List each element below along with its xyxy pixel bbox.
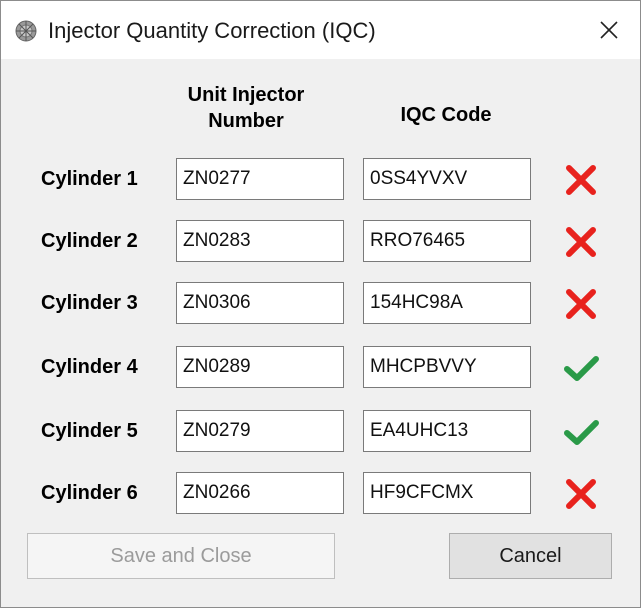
cancel-button[interactable]: Cancel: [449, 533, 612, 579]
window-title: Injector Quantity Correction (IQC): [48, 18, 376, 43]
iqc-dialog: Injector Quantity Correction (IQC) Unit …: [0, 0, 641, 608]
cylinder-label: Cylinder 6: [41, 482, 138, 504]
unit-injector-field[interactable]: [176, 410, 344, 452]
unit-injector-header: Unit Injector Number: [171, 82, 321, 134]
valid-check-icon: [564, 420, 599, 445]
iqc-code-header: IQC Code: [400, 104, 492, 126]
app-icon: [15, 20, 37, 42]
cylinder-label: Cylinder 4: [41, 356, 138, 378]
iqc-code-field[interactable]: [363, 220, 531, 262]
valid-check-icon: [564, 356, 599, 381]
unit-injector-field[interactable]: [176, 220, 344, 262]
unit-injector-field[interactable]: [176, 282, 344, 324]
invalid-cross-icon: [566, 165, 596, 195]
invalid-cross-icon: [566, 227, 596, 257]
cylinder-row: Cylinder 3: [1, 282, 640, 326]
iqc-code-field[interactable]: [363, 346, 531, 388]
cylinder-label: Cylinder 1: [41, 168, 138, 190]
iqc-code-field[interactable]: [363, 410, 531, 452]
cylinder-row: Cylinder 1: [1, 158, 640, 202]
invalid-cross-icon: [566, 289, 596, 319]
invalid-cross-icon: [566, 479, 596, 509]
unit-injector-field[interactable]: [176, 346, 344, 388]
cylinder-label: Cylinder 3: [41, 292, 138, 314]
cylinder-row: Cylinder 4: [1, 346, 640, 390]
iqc-code-field[interactable]: [363, 472, 531, 514]
cylinder-label: Cylinder 5: [41, 420, 138, 442]
close-icon: [600, 21, 618, 39]
save-and-close-button[interactable]: Save and Close: [27, 533, 335, 579]
unit-injector-header-line2: Number: [208, 110, 284, 132]
unit-injector-header-line1: Unit Injector: [187, 84, 305, 106]
title-bar: Injector Quantity Correction (IQC): [1, 1, 640, 59]
cylinder-row: Cylinder 2: [1, 220, 640, 264]
unit-injector-field[interactable]: [176, 472, 344, 514]
cylinder-row: Cylinder 6: [1, 472, 640, 516]
unit-injector-field[interactable]: [176, 158, 344, 200]
close-button[interactable]: [578, 1, 640, 59]
cylinder-row: Cylinder 5: [1, 410, 640, 454]
iqc-code-field[interactable]: [363, 282, 531, 324]
cylinder-label: Cylinder 2: [41, 230, 138, 252]
iqc-code-field[interactable]: [363, 158, 531, 200]
